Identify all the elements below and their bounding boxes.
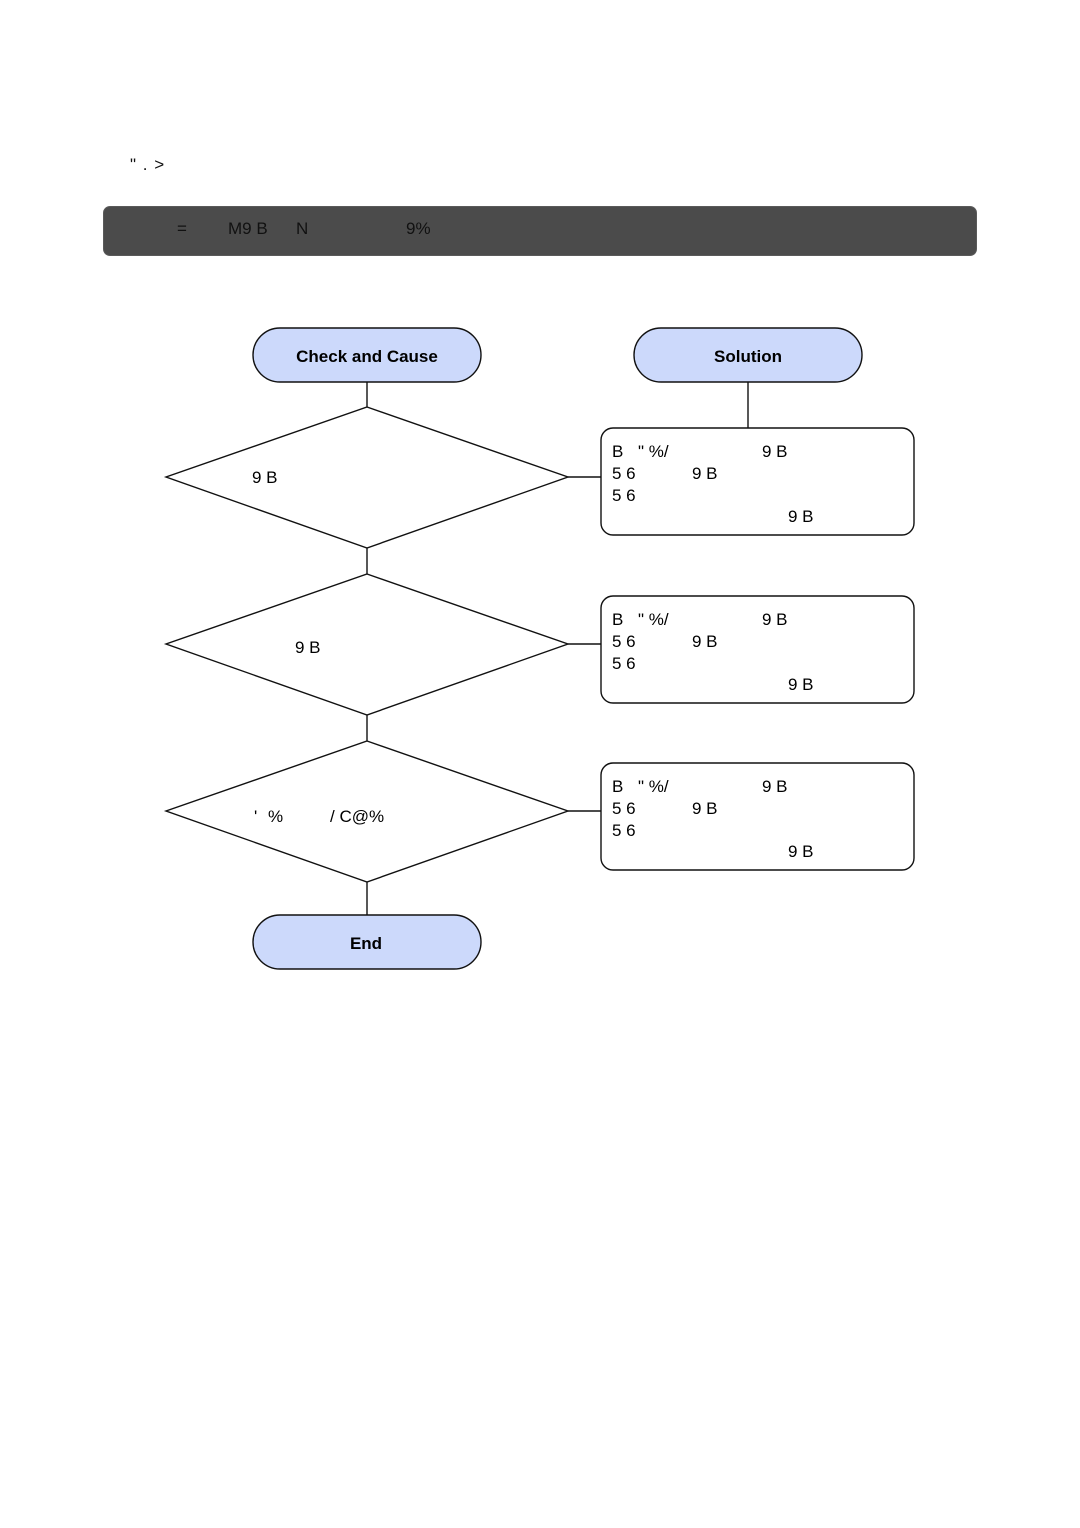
decision-3: ' % / C@% bbox=[163, 740, 571, 883]
solution-text: 9 B bbox=[692, 464, 718, 483]
decision-label: 9 B bbox=[295, 638, 321, 657]
solution-text: 9 B bbox=[762, 442, 788, 461]
decision-label: % bbox=[268, 807, 283, 826]
solution-text: " %/ bbox=[638, 777, 669, 796]
solution-text: B bbox=[612, 442, 623, 461]
decision-1: 9 B bbox=[163, 406, 571, 549]
end-label: End bbox=[350, 934, 382, 953]
solution-text: " %/ bbox=[638, 442, 669, 461]
solution-box-1: B " %/ 9 B 5 6 9 B 5 6 9 B bbox=[600, 427, 915, 536]
solution-label: Solution bbox=[714, 347, 782, 366]
solution-box-3: B " %/ 9 B 5 6 9 B 5 6 9 B bbox=[600, 762, 915, 871]
solution-text: 9 B bbox=[692, 799, 718, 818]
solution-text: B bbox=[612, 610, 623, 629]
solution-text: 5 6 bbox=[612, 632, 636, 651]
solution-text: 5 6 bbox=[612, 486, 636, 505]
solution-text: 9 B bbox=[788, 842, 814, 861]
solution-text: 5 6 bbox=[612, 799, 636, 818]
solution-text: 9 B bbox=[692, 632, 718, 651]
solution-terminal: Solution bbox=[633, 327, 863, 383]
solution-text: " %/ bbox=[638, 610, 669, 629]
solution-box-2: B " %/ 9 B 5 6 9 B 5 6 9 B bbox=[600, 595, 915, 704]
solution-text: 9 B bbox=[788, 507, 814, 526]
check-and-cause-terminal: Check and Cause bbox=[252, 327, 482, 383]
solution-text: 9 B bbox=[762, 610, 788, 629]
decision-2: 9 B bbox=[163, 573, 571, 716]
flowchart: Check and Cause Solution 9 B B " %/ 9 B … bbox=[163, 327, 915, 970]
decision-label: 9 B bbox=[252, 468, 278, 487]
solution-text: B bbox=[612, 777, 623, 796]
solution-text: 5 6 bbox=[612, 821, 636, 840]
solution-text: 9 B bbox=[788, 675, 814, 694]
check-and-cause-label: Check and Cause bbox=[296, 347, 438, 366]
solution-text: 9 B bbox=[762, 777, 788, 796]
solution-text: 5 6 bbox=[612, 654, 636, 673]
decision-label: / C@% bbox=[330, 807, 384, 826]
decision-label: ' bbox=[254, 807, 257, 826]
end-terminal: End bbox=[252, 914, 482, 970]
solution-text: 5 6 bbox=[612, 464, 636, 483]
